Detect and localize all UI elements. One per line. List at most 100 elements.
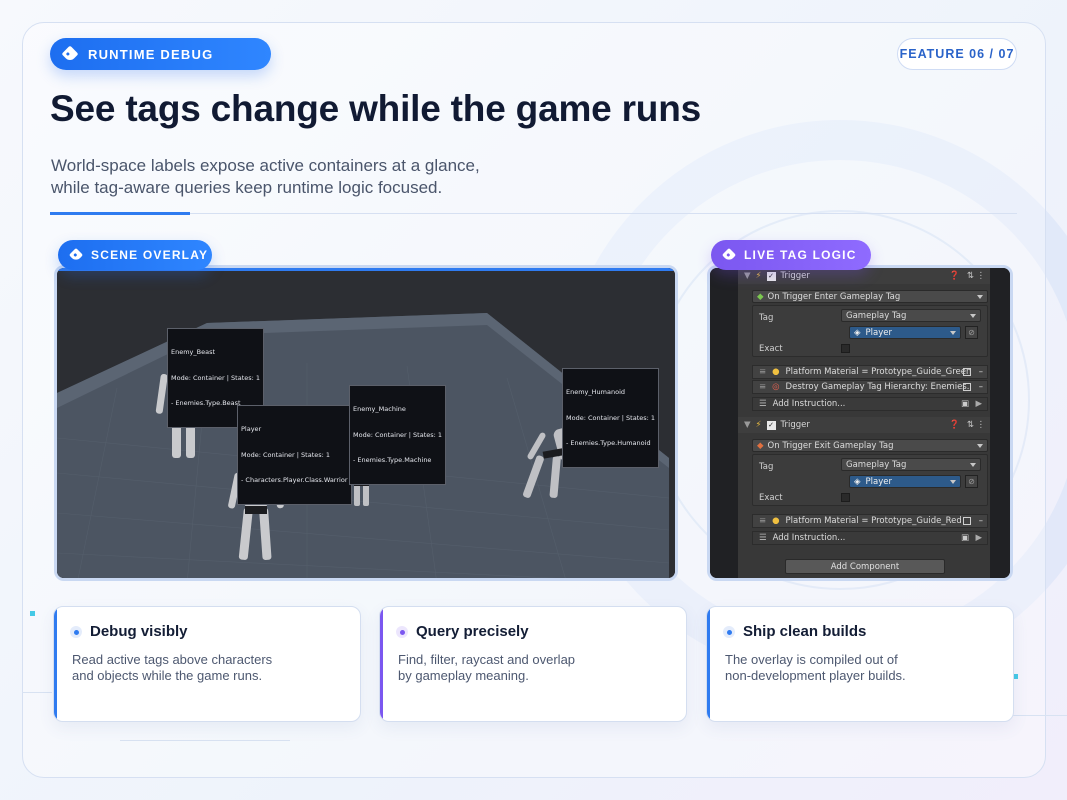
- tag-icon: [68, 247, 84, 263]
- drag-handle-icon[interactable]: ≡: [759, 367, 766, 377]
- inspector-content: ▼ ⚡ ✓ Trigger ❓ ⇅ ⋮ ◆ On Trigger Enter G…: [738, 268, 990, 578]
- drag-handle-icon[interactable]: ≡: [759, 382, 766, 392]
- card-accent-bar: [54, 607, 57, 721]
- settings-icon[interactable]: ⇅: [967, 420, 974, 430]
- foldout-arrow-icon[interactable]: ▼: [744, 271, 751, 281]
- add-instruction-label: Add Instruction...: [772, 399, 846, 409]
- list-icon: ☰: [759, 399, 767, 409]
- exact-field-label: Exact: [759, 493, 783, 503]
- event-tag-icon: ◆: [757, 440, 764, 451]
- overlay-label-name: Enemy_Machine: [353, 405, 406, 413]
- instruction-text: Platform Material = Prototype_Guide_Red: [785, 516, 962, 526]
- card-body-line: Read active tags above characters: [72, 652, 273, 667]
- chevron-down-icon: [977, 295, 983, 299]
- overlay-label-tag: - Enemies.Type.Machine: [353, 456, 432, 464]
- chevron-down-icon: [970, 463, 976, 467]
- clear-tag-icon[interactable]: ⊘: [965, 326, 978, 339]
- divider-accent: [50, 212, 190, 215]
- instruction-icon: ●: [772, 367, 780, 377]
- overlay-label-mode: Mode: Container | States: 1: [353, 430, 443, 439]
- event-settings-box: Tag Gameplay Tag ◈ Player ⊘ Exact: [752, 305, 988, 357]
- scene-view[interactable]: Enemy_Beast Mode: Container | States: 1 …: [54, 265, 678, 581]
- event-dropdown[interactable]: ◆ On Trigger Exit Gameplay Tag: [752, 439, 988, 452]
- event-dropdown[interactable]: ◆ On Trigger Enter Gameplay Tag: [752, 290, 988, 303]
- enabled-checkbox[interactable]: ✓: [766, 420, 776, 430]
- overlay-label-mode: Mode: Container | States: 1: [171, 373, 261, 382]
- add-instruction-row[interactable]: ☰ Add Instruction... ▣ ▶: [752, 531, 988, 545]
- help-icon[interactable]: ❓: [949, 420, 960, 430]
- feature-counter: FEATURE 06 / 07: [897, 38, 1017, 70]
- foldout-arrow-icon[interactable]: ▼: [744, 420, 751, 430]
- remove-icon[interactable]: –: [979, 516, 983, 526]
- chevron-down-icon: [970, 314, 976, 318]
- instruction-row[interactable]: ≡ ◎ Destroy Gameplay Tag Hierarchy: Enem…: [752, 380, 988, 394]
- instruction-row[interactable]: ≡ ● Platform Material = Prototype_Guide_…: [752, 514, 988, 528]
- tag-type-dropdown[interactable]: Gameplay Tag: [841, 458, 981, 471]
- trigger-title: Trigger: [780, 271, 810, 281]
- instruction-row[interactable]: ≡ ● Platform Material = Prototype_Guide_…: [752, 365, 988, 379]
- bullet-icon: [396, 626, 408, 638]
- event-settings-box: Tag Gameplay Tag ◈ Player ⊘ Exact: [752, 454, 988, 506]
- card-title: Debug visibly: [90, 623, 188, 640]
- overlay-label-enemy-machine: Enemy_Machine Mode: Container | States: …: [349, 385, 447, 485]
- chevron-down-icon: [950, 480, 956, 484]
- add-component-button[interactable]: Add Component: [785, 559, 945, 574]
- tag-value: Player: [865, 327, 892, 338]
- feature-card-ship: Ship clean builds The overlay is compile…: [706, 606, 1014, 722]
- drag-handle-icon[interactable]: ≡: [759, 516, 766, 526]
- tag-field-label: Tag: [759, 462, 774, 472]
- exact-checkbox[interactable]: [841, 344, 850, 353]
- enabled-checkbox[interactable]: ✓: [766, 271, 776, 281]
- tag-value-icon: ◈: [854, 476, 861, 487]
- tag-icon: [721, 247, 737, 263]
- scene-overlay-badge: SCENE OVERLAY: [58, 240, 212, 270]
- tag-type-dropdown[interactable]: Gameplay Tag: [841, 309, 981, 322]
- settings-icon[interactable]: ⇅: [967, 271, 974, 281]
- live-tag-logic-label: LIVE TAG LOGIC: [744, 248, 857, 262]
- tag-value: Player: [865, 476, 892, 487]
- event-label: On Trigger Enter Gameplay Tag: [767, 291, 901, 302]
- runtime-debug-badge: RUNTIME DEBUG: [50, 38, 271, 70]
- paste-icon[interactable]: ▣: [961, 399, 969, 409]
- tag-icon: [61, 45, 79, 63]
- expand-icon[interactable]: [963, 368, 971, 376]
- tag-value-icon: ◈: [854, 327, 861, 338]
- add-instruction-row[interactable]: ☰ Add Instruction... ▣ ▶: [752, 397, 988, 411]
- inspector-left-rail: [710, 268, 738, 578]
- overlay-label-name: Enemy_Humanoid: [566, 388, 626, 396]
- trigger-header[interactable]: ▼ ⚡ ✓ Trigger ❓ ⇅ ⋮: [738, 417, 990, 433]
- decorative-line: [22, 692, 52, 693]
- tag-type-value: Gameplay Tag: [846, 459, 907, 470]
- expand-icon[interactable]: [963, 517, 971, 525]
- play-icon[interactable]: ▶: [975, 533, 982, 543]
- tag-value-dropdown[interactable]: ◈ Player: [849, 475, 961, 488]
- remove-icon[interactable]: –: [979, 382, 983, 392]
- play-icon[interactable]: ▶: [975, 399, 982, 409]
- exact-checkbox[interactable]: [841, 493, 850, 502]
- card-accent-bar: [707, 607, 710, 721]
- paste-icon[interactable]: ▣: [961, 533, 969, 543]
- card-body-line: and objects while the game runs.: [72, 668, 263, 683]
- overlay-label-tag: - Enemies.Type.Humanoid: [566, 439, 651, 447]
- card-body-line: The overlay is compiled out of: [725, 652, 898, 667]
- chevron-down-icon: [950, 331, 956, 335]
- instruction-icon: ●: [772, 516, 780, 526]
- help-icon[interactable]: ❓: [949, 271, 960, 281]
- tag-field-label: Tag: [759, 313, 774, 323]
- card-accent-bar: [380, 607, 383, 721]
- clear-tag-icon[interactable]: ⊘: [965, 475, 978, 488]
- trigger-header[interactable]: ▼ ⚡ ✓ Trigger ❓ ⇅ ⋮: [738, 268, 990, 284]
- page-subtitle: World-space labels expose active contain…: [51, 155, 571, 199]
- destroy-icon: ◎: [772, 382, 780, 392]
- event-tag-icon: ◆: [757, 291, 764, 302]
- card-body-line: by gameplay meaning.: [398, 668, 529, 683]
- expand-icon[interactable]: [963, 383, 971, 391]
- page-title: See tags change while the game runs: [50, 88, 701, 129]
- more-icon[interactable]: ⋮: [977, 420, 986, 430]
- remove-icon[interactable]: –: [979, 367, 983, 377]
- more-icon[interactable]: ⋮: [977, 271, 986, 281]
- decorative-line: [1013, 715, 1067, 716]
- tag-type-value: Gameplay Tag: [846, 310, 907, 321]
- instruction-text: Destroy Gameplay Tag Hierarchy: Enemies.: [785, 382, 970, 392]
- tag-value-dropdown[interactable]: ◈ Player: [849, 326, 961, 339]
